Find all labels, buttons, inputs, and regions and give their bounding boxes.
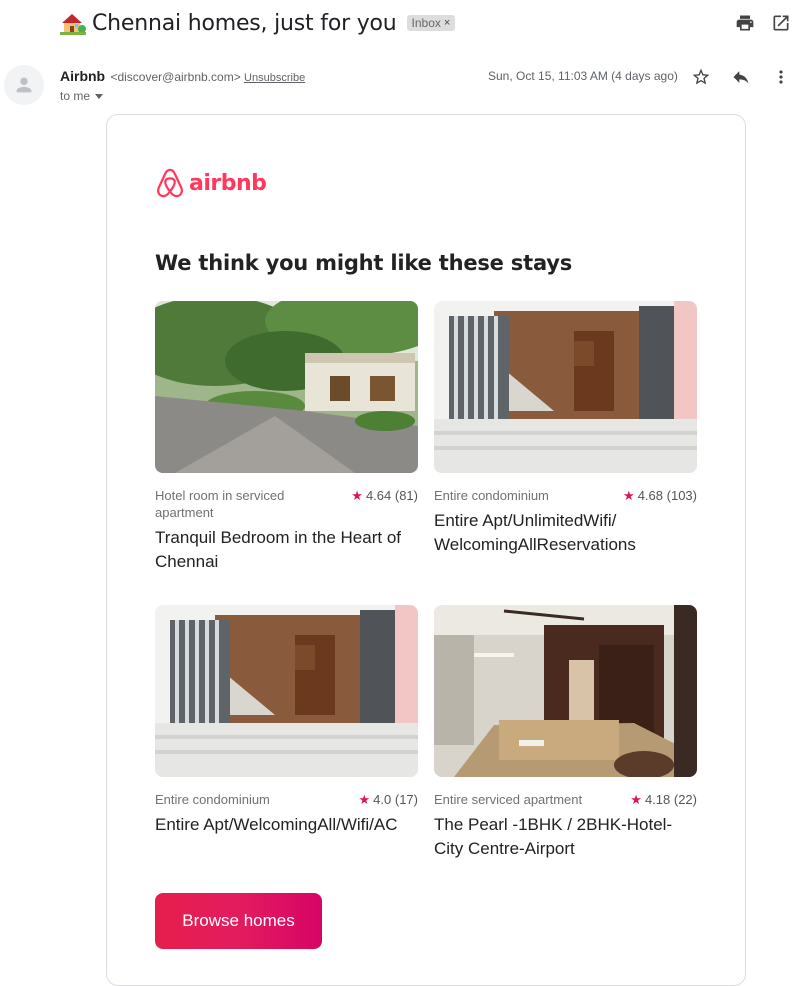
listing-meta: Entire serviced apartment ★ 4.18 (22) [434, 791, 697, 808]
listing-photo[interactable] [155, 301, 418, 473]
more-vert-icon[interactable] [771, 67, 791, 87]
property-type: Entire condominium [155, 792, 270, 807]
sender-email: <discover@airbnb.com> [110, 70, 241, 84]
rating-value: 4.18 [644, 792, 671, 807]
open-in-new-window-icon[interactable] [771, 13, 791, 33]
star-icon: ★ [630, 792, 642, 807]
listing-title[interactable]: The Pearl -1BHK / 2BHK-Hotel-City Centre… [434, 813, 697, 861]
remove-label-button[interactable]: × [444, 17, 450, 29]
review-count: (17) [394, 792, 418, 807]
review-count: (22) [673, 792, 697, 807]
person-icon [16, 77, 32, 93]
listing-title[interactable]: Entire Apt/WelcomingAll/Wifi/AC [155, 813, 418, 837]
listing-meta: Entire condominium ★ 4.68 (103) [434, 487, 697, 504]
property-type: Entire condominium [434, 488, 549, 503]
property-type: Entire serviced apartment [434, 792, 583, 807]
email-headline: We think you might like these stays [155, 251, 573, 275]
recipients-toggle[interactable]: to me [60, 89, 104, 103]
sender-avatar [4, 65, 44, 105]
listing-rating: ★ 4.68 (103) [623, 487, 697, 504]
rating-value: 4.68 [637, 488, 664, 503]
listing-meta: Entire condominium ★ 4.0 (17) [155, 791, 418, 808]
listing-title[interactable]: Tranquil Bedroom in the Heart of Chennai [155, 526, 418, 574]
listing-card[interactable]: Entire condominium ★ 4.0 (17) Entire Apt/… [155, 605, 418, 837]
listing-rating: ★ 4.64 (81) [351, 487, 418, 504]
browse-homes-button[interactable]: Browse homes [155, 893, 322, 949]
email-subject: Chennai homes, just for you [92, 10, 397, 36]
listing-rating: ★ 4.18 (22) [630, 791, 697, 808]
sender-line: Airbnb <discover@airbnb.com> Unsubscribe [60, 68, 305, 84]
inbox-label-text: Inbox [411, 16, 441, 30]
star-outline-icon[interactable] [691, 67, 711, 87]
house-with-garden-icon [60, 14, 86, 35]
star-icon: ★ [623, 488, 635, 503]
rating-value: 4.64 [365, 488, 392, 503]
listing-photo[interactable] [434, 605, 697, 777]
airbnb-logo[interactable]: airbnb [155, 166, 267, 200]
recipients-text: to me [60, 89, 91, 103]
star-icon: ★ [358, 792, 371, 807]
subject-row: Chennai homes, just for you Inbox × [60, 8, 456, 38]
listing-title[interactable]: Entire Apt/UnlimitedWifi/ WelcomingAllRe… [434, 509, 697, 557]
review-count: (103) [666, 488, 697, 503]
email-date: Sun, Oct 15, 11:03 AM (4 days ago) [488, 69, 678, 83]
star-icon: ★ [351, 488, 363, 503]
sender-name[interactable]: Airbnb [60, 68, 105, 84]
listing-meta: Hotel room in serviced apartment ★ 4.64 (… [155, 487, 418, 521]
property-type: Hotel room in serviced apartment [155, 488, 285, 520]
caret-down-icon [95, 94, 104, 99]
airbnb-belo-icon [157, 168, 183, 198]
unsubscribe-link[interactable]: Unsubscribe [244, 72, 305, 84]
listing-card[interactable]: Entire serviced apartment ★ 4.18 (22) The… [434, 605, 697, 861]
airbnb-wordmark: airbnb [189, 170, 267, 196]
review-count: (81) [394, 488, 418, 503]
rating-value: 4.0 [373, 792, 392, 807]
reply-icon[interactable] [731, 67, 751, 87]
listing-rating: ★ 4.0 (17) [359, 791, 418, 808]
listing-photo[interactable] [155, 605, 418, 777]
listing-card[interactable]: Entire condominium ★ 4.68 (103) Entire Ap… [434, 301, 697, 557]
printer-icon[interactable] [735, 13, 755, 33]
listing-photo[interactable] [434, 301, 697, 473]
listing-card[interactable]: Hotel room in serviced apartment ★ 4.64 (… [155, 301, 418, 574]
inbox-label-chip[interactable]: Inbox × [406, 15, 456, 31]
